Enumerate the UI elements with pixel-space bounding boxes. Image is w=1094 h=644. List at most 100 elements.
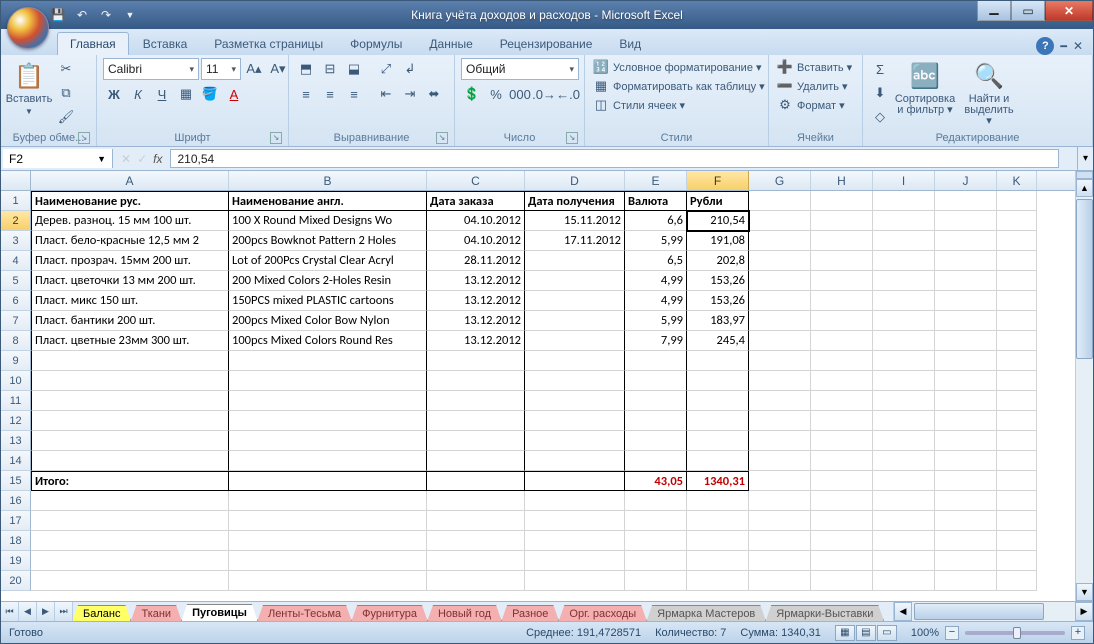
cell[interactable]	[749, 191, 811, 211]
cell[interactable]	[525, 531, 625, 551]
cell[interactable]: 6,5	[625, 251, 687, 271]
cell[interactable]	[31, 511, 229, 531]
cell[interactable]: 150PCS mixed PLASTIC cartoons	[229, 291, 427, 311]
align-right-button[interactable]: ≡	[343, 83, 365, 105]
cell[interactable]	[935, 391, 997, 411]
cell[interactable]	[997, 291, 1037, 311]
row-header[interactable]: 6	[1, 291, 31, 311]
ribbon-tab[interactable]: Вставка	[130, 32, 201, 55]
cell[interactable]	[811, 331, 873, 351]
ribbon-tab[interactable]: Главная	[57, 32, 129, 55]
name-box[interactable]: F2▼	[3, 149, 113, 168]
row-header[interactable]: 9	[1, 351, 31, 371]
cell[interactable]	[229, 411, 427, 431]
scroll-right-button[interactable]: ▶	[1075, 602, 1093, 621]
cell[interactable]	[525, 511, 625, 531]
cell[interactable]	[427, 491, 525, 511]
cell[interactable]	[625, 371, 687, 391]
cell[interactable]	[525, 311, 625, 331]
cell[interactable]	[687, 571, 749, 591]
cell[interactable]	[997, 191, 1037, 211]
cell[interactable]	[873, 251, 935, 271]
cell[interactable]	[31, 551, 229, 571]
cell[interactable]	[997, 251, 1037, 271]
row-header[interactable]: 2	[1, 211, 31, 231]
row-header[interactable]: 13	[1, 431, 31, 451]
cell[interactable]	[873, 391, 935, 411]
merge-center-button[interactable]: ⬌	[423, 83, 445, 105]
underline-button[interactable]: Ч	[151, 83, 173, 105]
cell[interactable]	[811, 231, 873, 251]
ribbon-tab[interactable]: Разметка страницы	[201, 32, 336, 55]
cell[interactable]	[749, 471, 811, 491]
cell[interactable]: 04.10.2012	[427, 231, 525, 251]
ribbon-tab[interactable]: Формулы	[337, 32, 415, 55]
cell[interactable]: 4,99	[625, 271, 687, 291]
cell[interactable]	[229, 431, 427, 451]
column-header[interactable]: I	[873, 171, 935, 190]
accounting-format-button[interactable]: 💲	[461, 83, 483, 105]
cell[interactable]	[997, 211, 1037, 231]
cell[interactable]	[427, 371, 525, 391]
cell[interactable]	[997, 571, 1037, 591]
cell[interactable]: 13.12.2012	[427, 331, 525, 351]
dialog-launcher-icon[interactable]: ↘	[436, 132, 448, 144]
cell[interactable]	[427, 451, 525, 471]
cell[interactable]	[749, 291, 811, 311]
cell[interactable]	[525, 431, 625, 451]
qat-save-icon[interactable]: 💾	[49, 6, 67, 24]
cell[interactable]	[811, 531, 873, 551]
zoom-in-button[interactable]: +	[1071, 626, 1085, 640]
cell[interactable]	[525, 371, 625, 391]
cell[interactable]	[935, 451, 997, 471]
row-header[interactable]: 8	[1, 331, 31, 351]
cell[interactable]: 183,97	[687, 311, 749, 331]
cell[interactable]	[749, 491, 811, 511]
align-left-button[interactable]: ≡	[295, 83, 317, 105]
cell[interactable]	[873, 271, 935, 291]
cell[interactable]	[873, 291, 935, 311]
cell[interactable]	[873, 571, 935, 591]
fill-button[interactable]: ⬇	[869, 82, 891, 104]
cell[interactable]	[31, 431, 229, 451]
cell[interactable]	[229, 551, 427, 571]
sheet-tab[interactable]: Ярмарка Мастеров	[646, 605, 766, 621]
cell[interactable]	[811, 311, 873, 331]
window-maximize-button[interactable]	[1011, 1, 1045, 21]
cell[interactable]	[31, 391, 229, 411]
cell[interactable]	[749, 411, 811, 431]
sort-filter-button[interactable]: 🔤 Сортировка и фильтр ▾	[895, 58, 955, 118]
cancel-formula-icon[interactable]: ✕	[121, 152, 131, 166]
cell[interactable]	[811, 411, 873, 431]
cell[interactable]	[687, 511, 749, 531]
find-select-button[interactable]: 🔍 Найти и выделить ▾	[959, 58, 1019, 129]
cell[interactable]	[625, 551, 687, 571]
align-middle-button[interactable]: ⊟	[319, 58, 341, 80]
cell[interactable]	[749, 231, 811, 251]
column-header[interactable]: E	[625, 171, 687, 190]
cell[interactable]	[625, 351, 687, 371]
sheet-nav-prev[interactable]: ◀	[19, 602, 37, 621]
cell[interactable]	[935, 411, 997, 431]
cell[interactable]	[229, 531, 427, 551]
cell[interactable]	[229, 491, 427, 511]
cell[interactable]	[749, 391, 811, 411]
cell[interactable]: Дата заказа	[427, 191, 525, 211]
sheet-tab[interactable]: Пуговицы	[181, 604, 258, 621]
cell[interactable]	[811, 431, 873, 451]
cell[interactable]	[31, 491, 229, 511]
cell[interactable]: 210,54	[687, 211, 749, 231]
cell[interactable]	[525, 251, 625, 271]
cell-styles-button[interactable]: ◫Стили ячеек ▾	[591, 96, 687, 114]
shrink-font-button[interactable]: A▾	[267, 58, 289, 80]
font-size-combo[interactable]: 11▾	[201, 58, 241, 80]
cell[interactable]	[935, 331, 997, 351]
cell[interactable]: 6,6	[625, 211, 687, 231]
qat-redo-icon[interactable]: ↷	[97, 6, 115, 24]
cell[interactable]	[873, 431, 935, 451]
cell[interactable]	[427, 511, 525, 531]
cell[interactable]	[811, 511, 873, 531]
zoom-level[interactable]: 100%	[911, 627, 939, 639]
zoom-out-button[interactable]: −	[945, 626, 959, 640]
percent-format-button[interactable]: %	[485, 83, 507, 105]
